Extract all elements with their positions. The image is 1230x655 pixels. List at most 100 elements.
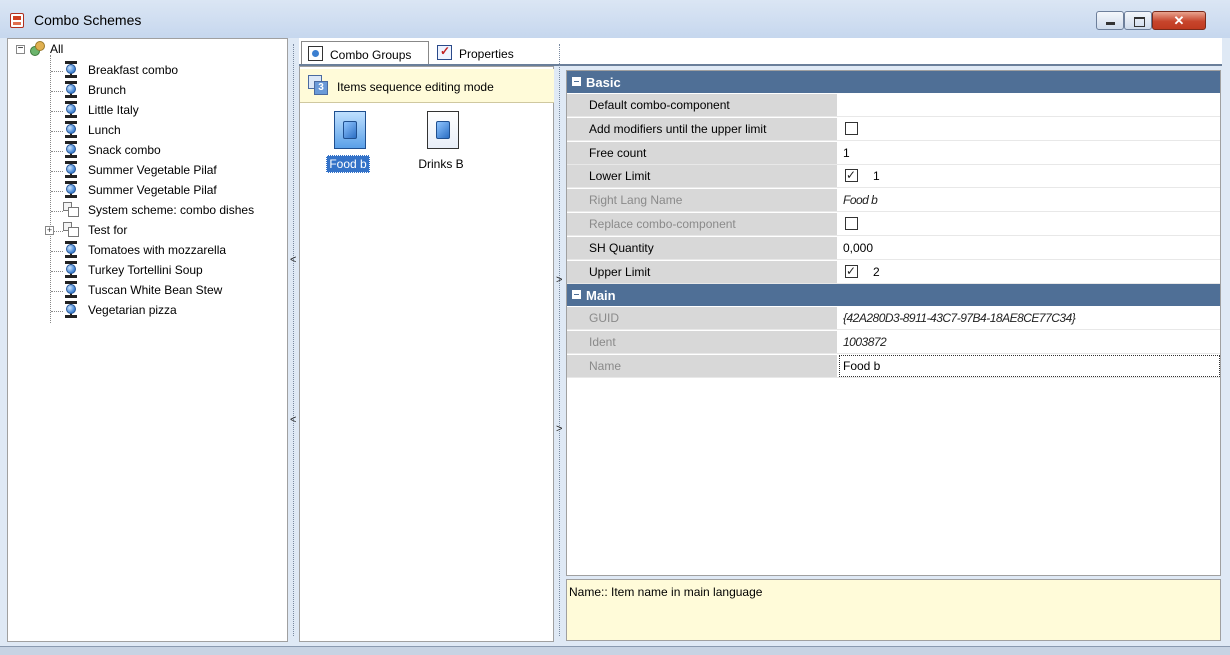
property-row[interactable]: SH Quantity 0,000 — [567, 236, 1220, 260]
tree-guide-line — [51, 171, 63, 172]
property-value[interactable]: 1 — [839, 141, 1220, 164]
tree-item-label: Breakfast combo — [88, 63, 179, 77]
collapse-left-arrow-icon[interactable]: < — [290, 254, 296, 266]
property-value-text: 1 — [843, 145, 850, 160]
tree-item[interactable]: Summer Vegetable Pilaf — [8, 161, 278, 181]
description-text: Name:: Item name in main language — [569, 585, 763, 599]
property-value-text: 2 — [873, 264, 880, 279]
close-button[interactable]: ✕ — [1152, 11, 1206, 30]
expand-icon[interactable]: + — [45, 226, 54, 235]
tree-guide-line — [51, 291, 63, 292]
tree-item-label: Brunch — [88, 83, 127, 97]
sequence-mode-label: Items sequence editing mode — [337, 80, 494, 94]
tree-item[interactable]: Summer Vegetable Pilaf — [8, 181, 278, 201]
property-value[interactable] — [839, 213, 1220, 235]
tree-item[interactable]: Turkey Tortellini Soup — [8, 261, 278, 281]
combo-node-icon — [63, 261, 79, 278]
category-main[interactable]: Main — [567, 284, 1220, 307]
property-name: Name — [567, 355, 837, 377]
properties-icon: ✓ — [437, 44, 452, 60]
tree-item[interactable]: + Test for — [8, 221, 278, 241]
tree-item[interactable]: Lunch — [8, 121, 278, 141]
collapse-icon[interactable] — [572, 290, 581, 300]
left-splitter[interactable]: < < — [289, 38, 298, 642]
property-row[interactable]: Free count 1 — [567, 141, 1220, 165]
property-value-text: Food b — [843, 359, 881, 373]
combo-groups-panel: 3 Items sequence editing mode Food b Dri… — [299, 66, 554, 642]
group-item-food-b[interactable]: Food b — [318, 111, 378, 173]
property-value[interactable]: 1 — [839, 165, 1220, 188]
property-checkbox[interactable] — [845, 217, 858, 230]
tree-guide-line — [51, 111, 63, 112]
group-item-label: Drinks B — [418, 157, 464, 171]
category-label: Main — [586, 288, 616, 304]
property-checkbox[interactable] — [845, 167, 858, 183]
property-row[interactable]: Name Food b — [567, 355, 1220, 378]
property-value[interactable] — [839, 117, 1220, 140]
tree-item[interactable]: Brunch — [8, 81, 278, 101]
property-value[interactable] — [839, 94, 1220, 116]
tree-guide-line — [51, 151, 63, 152]
close-icon: ✕ — [1173, 13, 1185, 28]
property-checkbox[interactable] — [845, 121, 858, 135]
property-grid[interactable]: Basic Default combo-component Add modifier… — [566, 70, 1221, 576]
tree-item[interactable]: Little Italy — [8, 101, 278, 121]
sequence-mode-button[interactable]: 3 Items sequence editing mode — [300, 69, 554, 103]
tree-item[interactable]: Snack combo — [8, 141, 278, 161]
group-item-drinks-b[interactable]: Drinks B — [411, 111, 471, 173]
tree-item-label: Lunch — [88, 123, 121, 137]
property-checkbox[interactable] — [845, 263, 858, 279]
property-row[interactable]: Lower Limit 1 — [567, 165, 1220, 189]
tree-item-label: Little Italy — [88, 103, 139, 117]
collapse-left-arrow-icon-2[interactable]: < — [290, 414, 296, 426]
property-value-text: 0,000 — [843, 240, 874, 255]
property-row[interactable]: Ident 1003872 — [567, 331, 1220, 355]
property-value[interactable]: {42A280D3-8911-43C7-97B4-18AE8CE77C34} — [839, 307, 1220, 330]
tree-item[interactable]: Tomatoes with mozzarella — [8, 241, 278, 261]
property-value[interactable]: 2 — [839, 260, 1220, 283]
tree-item[interactable]: Vegetarian pizza — [8, 301, 278, 321]
tree-item-label: Snack combo — [88, 143, 161, 157]
property-value[interactable]: 0,000 — [839, 236, 1220, 259]
tree-item-label: Tuscan White Bean Stew — [88, 283, 223, 297]
tree-item[interactable]: System scheme: combo dishes — [8, 201, 278, 221]
property-row[interactable]: Right Lang Name Food b — [567, 189, 1220, 213]
property-row[interactable]: Upper Limit 2 — [567, 260, 1220, 284]
all-schemes-icon — [30, 41, 46, 57]
collapse-right-arrow-icon-2[interactable]: > — [556, 423, 562, 435]
tree-guide-line — [51, 131, 63, 132]
property-name: Upper Limit — [567, 260, 837, 283]
property-name: Free count — [567, 141, 837, 164]
tree-guide-line — [51, 71, 63, 72]
scheme-tree[interactable]: − All Breakfast combo Brunch Little Italy L… — [7, 38, 288, 642]
collapse-icon[interactable]: − — [16, 44, 25, 54]
property-name: Replace combo-component — [567, 213, 837, 235]
property-value[interactable]: Food b — [839, 189, 1220, 212]
property-row[interactable]: Replace combo-component — [567, 213, 1220, 236]
combo-node-icon — [63, 241, 79, 258]
right-splitter[interactable]: > > — [555, 38, 564, 642]
property-name: SH Quantity — [567, 236, 837, 259]
combo-node-icon — [63, 141, 79, 158]
maximize-button[interactable] — [1124, 11, 1152, 30]
property-row[interactable]: Add modifiers until the upper limit — [567, 117, 1220, 141]
category-basic[interactable]: Basic — [567, 71, 1220, 93]
property-row[interactable]: Default combo-component — [567, 94, 1220, 117]
combo-group-icon — [427, 111, 459, 149]
tab-combo-groups[interactable]: Combo Groups — [301, 41, 429, 65]
combo-node-icon — [63, 281, 79, 298]
tree-item[interactable]: Tuscan White Bean Stew — [8, 281, 278, 301]
tab-properties[interactable]: ✓ Properties — [431, 41, 531, 65]
tree-guide-line — [51, 311, 63, 312]
property-value-text: {42A280D3-8911-43C7-97B4-18AE8CE77C34} — [843, 311, 1076, 326]
property-value-input[interactable]: Food b — [839, 355, 1220, 377]
collapse-icon[interactable] — [572, 77, 581, 86]
tab-combo-groups-label: Combo Groups — [330, 48, 412, 62]
sequence-edit-icon: 3 — [308, 75, 328, 95]
collapse-right-arrow-icon[interactable]: > — [556, 274, 562, 286]
property-value[interactable]: 1003872 — [839, 331, 1220, 354]
tree-guide-line — [51, 251, 63, 252]
minimize-button[interactable] — [1096, 11, 1124, 30]
tree-item[interactable]: Breakfast combo — [8, 61, 278, 81]
property-row[interactable]: GUID {42A280D3-8911-43C7-97B4-18AE8CE77C3… — [567, 307, 1220, 331]
